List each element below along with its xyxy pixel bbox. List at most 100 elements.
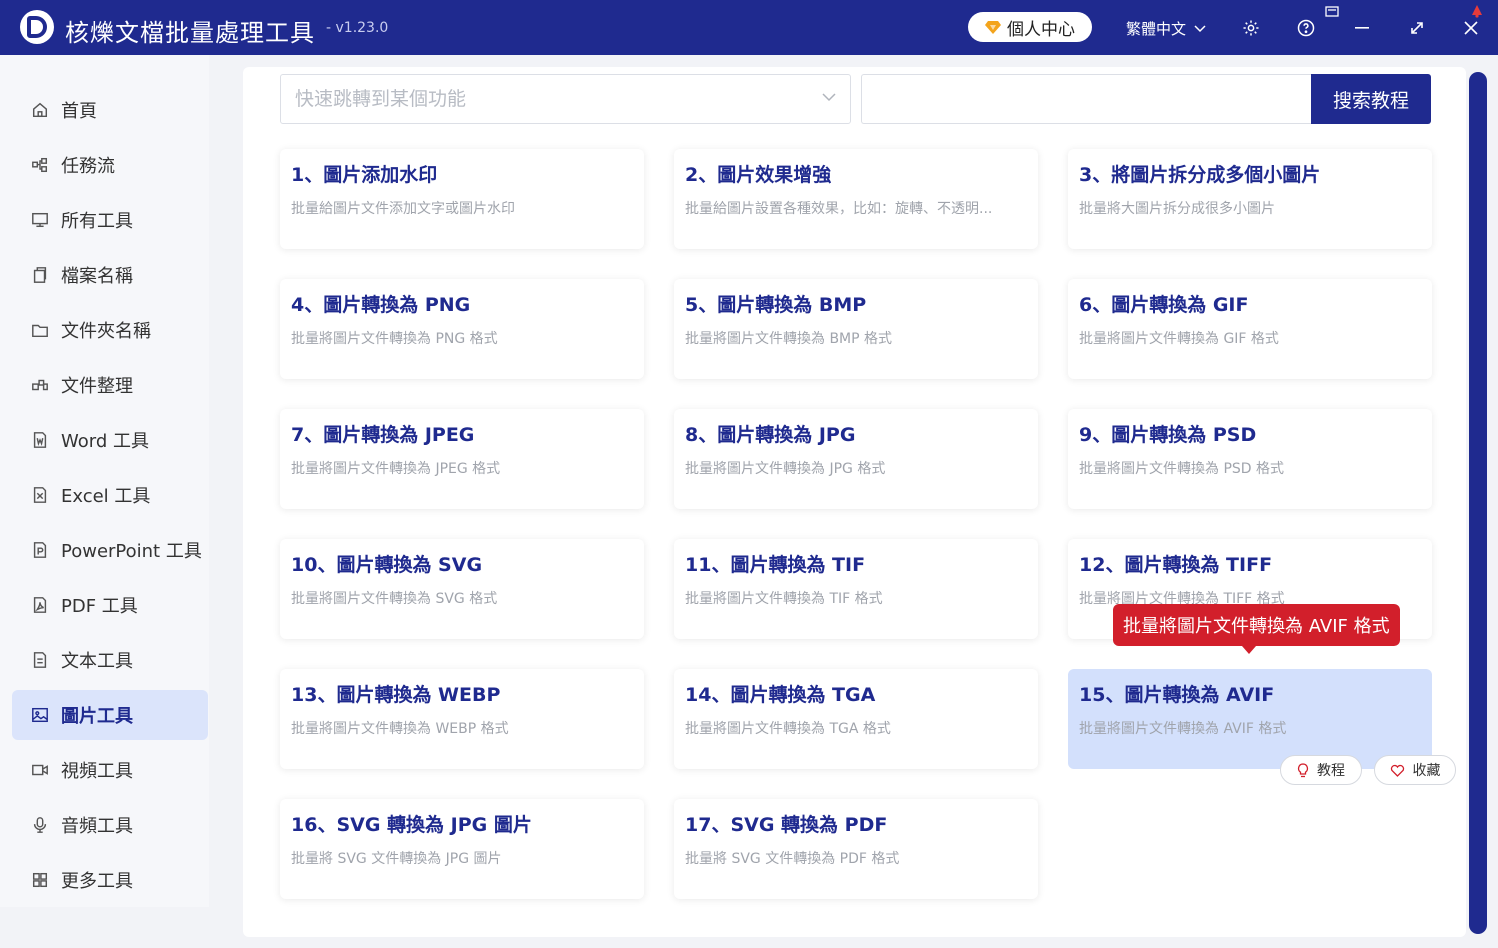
sidebar-item-label: PowerPoint 工具 <box>61 541 202 562</box>
close-icon[interactable] <box>1459 16 1483 40</box>
app-title: 核爍文檔批量處理工具 <box>65 19 315 47</box>
sidebar-item-all-tools[interactable]: 所有工具 <box>12 195 208 245</box>
app-version: - v1.23.0 <box>326 20 389 36</box>
home-icon <box>32 102 48 118</box>
favorite-button[interactable]: 收藏 <box>1374 755 1456 785</box>
user-center-label: 個人中心 <box>1007 19 1075 40</box>
sidebar-item-image[interactable]: 圖片工具 <box>12 690 208 740</box>
sidebar-item-video[interactable]: 視頻工具 <box>12 745 208 795</box>
settings-gear-icon[interactable] <box>1239 16 1263 40</box>
heart-icon <box>1390 764 1404 777</box>
tool-card-title: 13、圖片轉換為 WEBP <box>291 684 501 706</box>
tool-card-desc: 批量將圖片文件轉換為 JPG 格式 <box>685 461 886 477</box>
workflow-icon <box>32 157 48 173</box>
grid-icon <box>32 872 48 888</box>
excel-icon <box>33 487 47 503</box>
tool-card[interactable]: 5、圖片轉換為 BMP 批量將圖片文件轉換為 BMP 格式 <box>674 279 1038 379</box>
sidebar: 首頁 任務流 所有工具 檔案名稱 文件夾名稱 文件整理 Word 工具 Exce… <box>0 55 243 948</box>
image-icon <box>32 707 48 723</box>
tooltip-arrow <box>1242 646 1256 654</box>
diamond-icon <box>985 21 1001 34</box>
tool-card-title: 2、圖片效果增強 <box>685 164 832 186</box>
sidebar-item-powerpoint[interactable]: PowerPoint 工具 <box>12 525 208 575</box>
tool-card-desc: 批量將圖片文件轉換為 JPEG 格式 <box>291 461 501 477</box>
tool-card[interactable]: 16、SVG 轉換為 JPG 圖片 批量將 SVG 文件轉換為 JPG 圖片 <box>280 799 644 899</box>
powerpoint-icon <box>33 542 47 558</box>
tool-card[interactable]: 3、將圖片拆分成多個小圖片 批量將大圖片拆分成很多小圖片 <box>1068 149 1432 249</box>
tool-card-desc: 批量將圖片文件轉換為 SVG 格式 <box>291 591 498 607</box>
tool-card-desc: 批量將 SVG 文件轉換為 JPG 圖片 <box>291 851 502 867</box>
tool-card-desc: 批量將圖片文件轉換為 WEBP 格式 <box>291 721 509 737</box>
tool-card-title: 3、將圖片拆分成多個小圖片 <box>1079 164 1321 186</box>
favorite-label: 收藏 <box>1412 763 1441 779</box>
word-icon <box>33 432 47 448</box>
sidebar-item-audio[interactable]: 音頻工具 <box>12 800 208 850</box>
help-icon[interactable] <box>1294 16 1318 40</box>
tool-card-desc: 批量將圖片文件轉換為 GIF 格式 <box>1079 331 1279 347</box>
tool-card[interactable]: 6、圖片轉換為 GIF 批量將圖片文件轉換為 GIF 格式 <box>1068 279 1432 379</box>
tool-card-desc: 批量給圖片設置各種效果，比如：旋轉、不透明... <box>685 201 993 217</box>
tool-card-title: 6、圖片轉換為 GIF <box>1079 294 1249 316</box>
sidebar-item-label: 文件整理 <box>61 376 133 397</box>
tool-card-title: 1、圖片添加水印 <box>291 164 438 186</box>
sidebar-item-text[interactable]: 文本工具 <box>12 635 208 685</box>
sidebar-item-label: 圖片工具 <box>61 706 133 727</box>
tool-card[interactable]: 8、圖片轉換為 JPG 批量將圖片文件轉換為 JPG 格式 <box>674 409 1038 509</box>
sidebar-item-word[interactable]: Word 工具 <box>12 415 208 465</box>
sidebar-item-label: 所有工具 <box>61 211 133 232</box>
quick-jump-input[interactable] <box>281 75 781 123</box>
tool-card-desc: 批量將 SVG 文件轉換為 PDF 格式 <box>685 851 900 867</box>
language-selector[interactable]: 繁體中文 <box>1126 18 1206 39</box>
tool-card[interactable]: 11、圖片轉換為 TIF 批量將圖片文件轉換為 TIF 格式 <box>674 539 1038 639</box>
tool-card[interactable]: 7、圖片轉換為 JPEG 批量將圖片文件轉換為 JPEG 格式 <box>280 409 644 509</box>
user-center-button[interactable]: 個人中心 <box>968 12 1092 42</box>
tool-card[interactable]: 1、圖片添加水印 批量給圖片文件添加文字或圖片水印 <box>280 149 644 249</box>
sidebar-item-excel[interactable]: Excel 工具 <box>12 470 208 520</box>
sidebar-item-filename[interactable]: 檔案名稱 <box>12 250 208 300</box>
sidebar-item-pdf[interactable]: PDF 工具 <box>12 580 208 630</box>
sidebar-item-label: 文本工具 <box>61 651 133 672</box>
tool-card-title: 17、SVG 轉換為 PDF <box>685 814 888 836</box>
tool-card-title: 12、圖片轉換為 TIFF <box>1079 554 1273 576</box>
language-label: 繁體中文 <box>1126 20 1187 38</box>
search-tutorial-button[interactable]: 搜索教程 <box>1311 74 1431 124</box>
tool-card-title: 9、圖片轉換為 PSD <box>1079 424 1257 446</box>
tool-card[interactable]: 10、圖片轉換為 SVG 批量將圖片文件轉換為 SVG 格式 <box>280 539 644 639</box>
tool-card[interactable]: 2、圖片效果增強 批量給圖片設置各種效果，比如：旋轉、不透明... <box>674 149 1038 249</box>
sidebar-item-home[interactable]: 首頁 <box>12 85 208 135</box>
scrollbar[interactable] <box>1469 72 1487 934</box>
quick-jump-select[interactable] <box>280 74 851 124</box>
sidebar-item-organize[interactable]: 文件整理 <box>12 360 208 410</box>
sidebar-item-label: 視頻工具 <box>61 761 133 782</box>
sidebar-item-workflow[interactable]: 任務流 <box>12 140 208 190</box>
tool-card[interactable]: 17、SVG 轉換為 PDF 批量將 SVG 文件轉換為 PDF 格式 <box>674 799 1038 899</box>
minimize-icon[interactable] <box>1350 16 1374 40</box>
tutorial-button[interactable]: 教程 <box>1280 755 1362 785</box>
tool-card[interactable]: 9、圖片轉換為 PSD 批量將圖片文件轉換為 PSD 格式 <box>1068 409 1432 509</box>
tool-card[interactable]: 13、圖片轉換為 WEBP 批量將圖片文件轉換為 WEBP 格式 <box>280 669 644 769</box>
tool-card-desc: 批量將圖片文件轉換為 PSD 格式 <box>1079 461 1285 477</box>
title-bar: 核爍文檔批量處理工具 - v1.23.0 個人中心 繁體中文 <box>0 0 1498 55</box>
tool-card[interactable]: 14、圖片轉換為 TGA 批量將圖片文件轉換為 TGA 格式 <box>674 669 1038 769</box>
tool-card-title: 11、圖片轉換為 TIF <box>685 554 866 576</box>
lightbulb-icon <box>1297 762 1309 777</box>
sidebar-item-label: 首頁 <box>61 101 97 122</box>
tutorial-search-input[interactable] <box>861 74 1313 124</box>
tool-card-desc: 批量將圖片文件轉換為 AVIF 格式 <box>1079 721 1287 737</box>
app-logo <box>20 10 54 44</box>
sidebar-item-label: 音頻工具 <box>61 816 133 837</box>
chevron-down-icon <box>1194 24 1206 32</box>
tool-card-desc: 批量將大圖片拆分成很多小圖片 <box>1079 201 1275 217</box>
tool-card[interactable]: 4、圖片轉換為 PNG 批量將圖片文件轉換為 PNG 格式 <box>280 279 644 379</box>
tool-card-desc: 批量給圖片文件添加文字或圖片水印 <box>291 201 515 217</box>
sidebar-item-folder-name[interactable]: 文件夾名稱 <box>12 305 208 355</box>
sidebar-item-label: Word 工具 <box>61 431 149 452</box>
tool-card-hovered[interactable]: 15、圖片轉換為 AVIF 批量將圖片文件轉換為 AVIF 格式 <box>1068 669 1432 769</box>
maximize-icon[interactable] <box>1405 16 1429 40</box>
sidebar-item-more[interactable]: 更多工具 <box>12 855 208 905</box>
microphone-icon <box>33 817 47 833</box>
tool-card-title: 4、圖片轉換為 PNG <box>291 294 471 316</box>
files-icon <box>33 267 47 283</box>
message-icon[interactable] <box>1323 4 1341 20</box>
tool-card-desc: 批量將圖片文件轉換為 BMP 格式 <box>685 331 893 347</box>
